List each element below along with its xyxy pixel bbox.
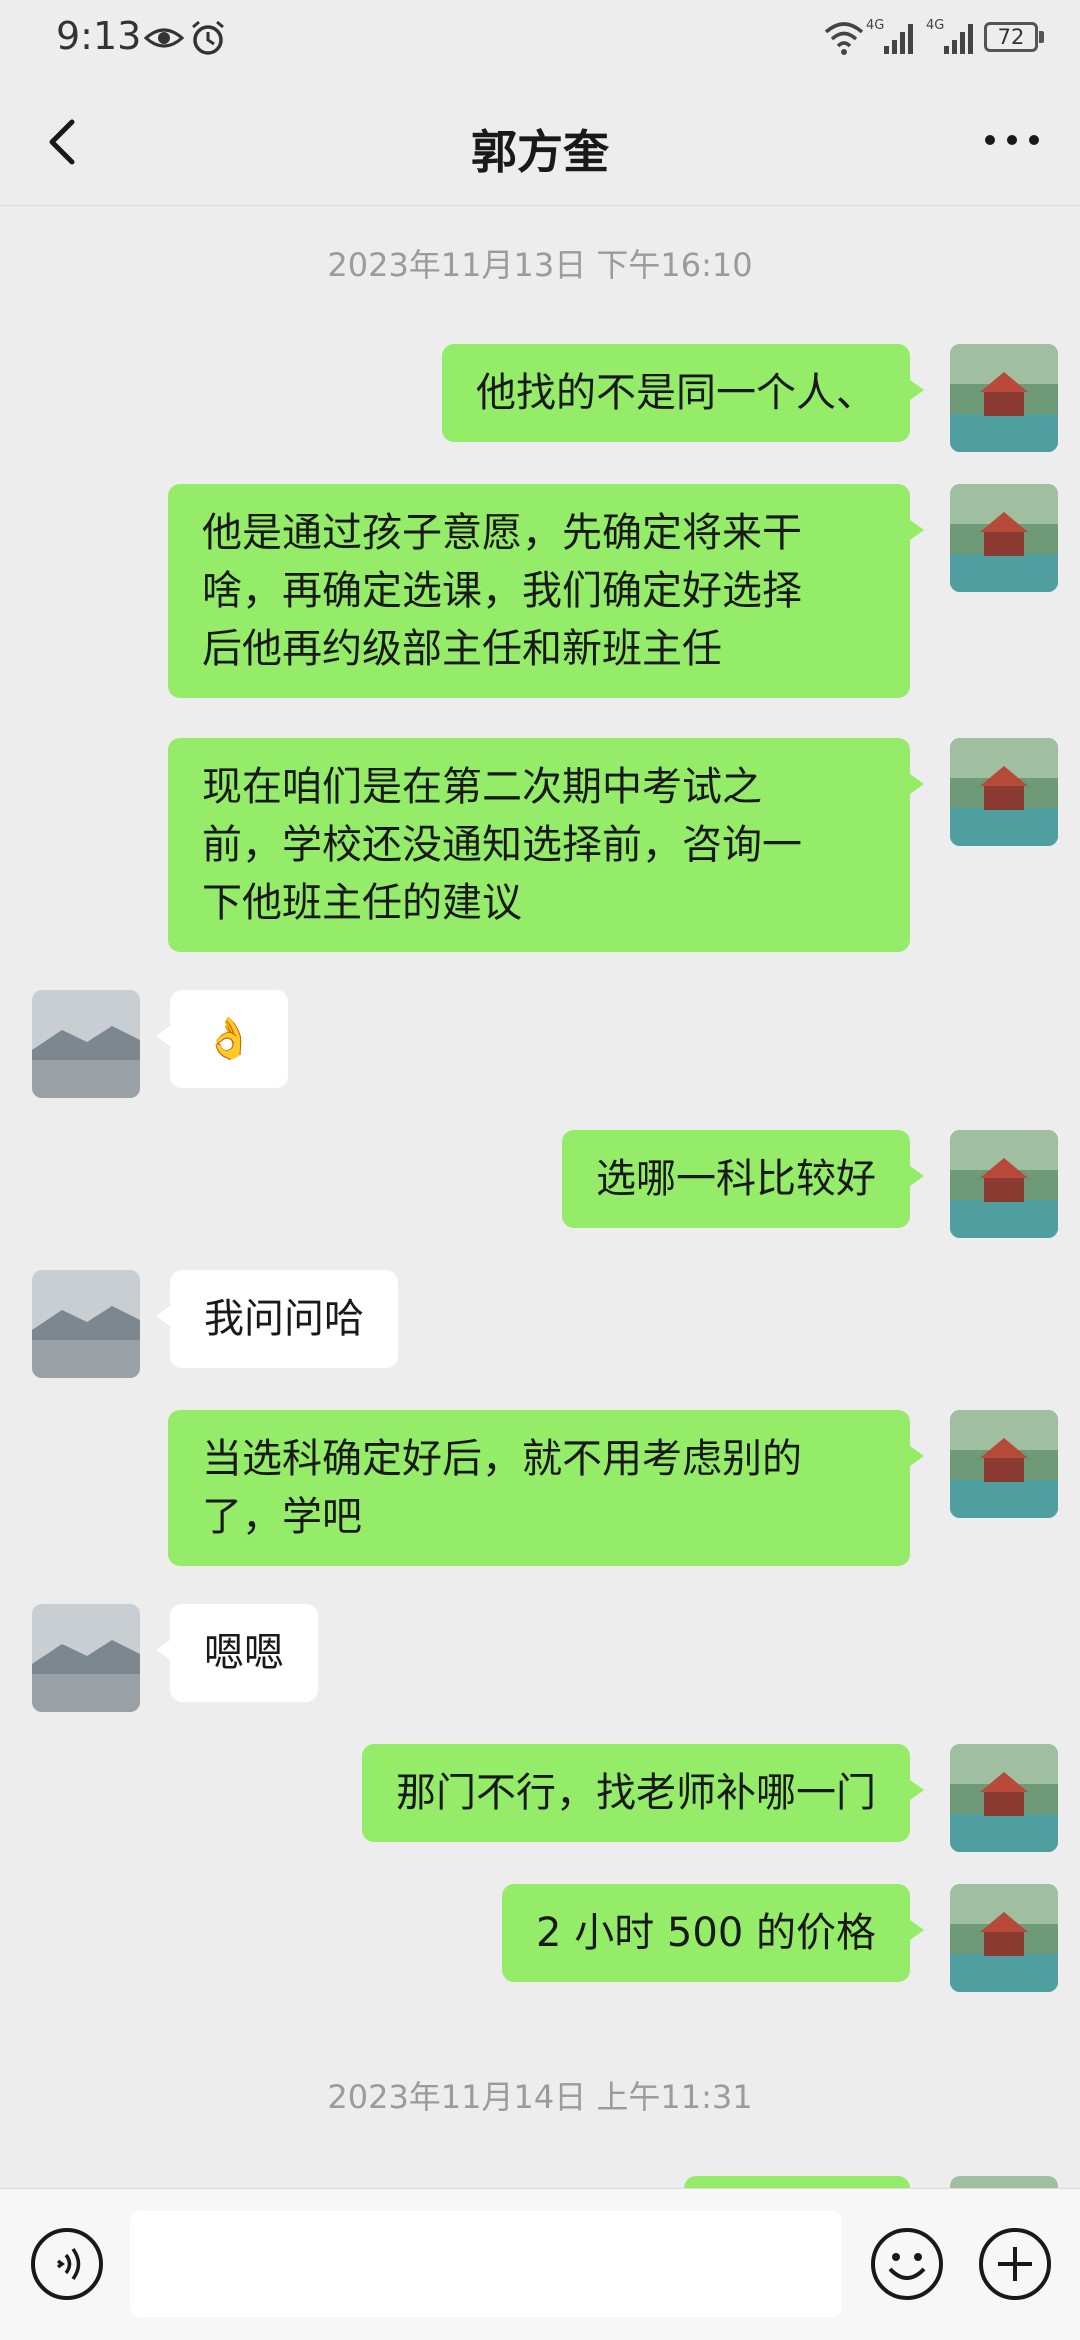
message-bubble-sent[interactable]: 那门不行，找老师补哪一门 (362, 1744, 924, 1842)
my-avatar[interactable] (950, 344, 1058, 452)
message-bubble-received[interactable]: 👌 (156, 990, 288, 1088)
signal-icon-2 (944, 24, 973, 54)
message-bubble-sent[interactable]: 2 小时 500 的价格 (502, 1884, 924, 1982)
message-input[interactable] (130, 2211, 842, 2317)
message-bubble-sent[interactable]: 现在咱们是在第二次期中考试之 前，学校还没通知选择前，咨询一 下他班主任的建议 (168, 738, 924, 952)
battery-icon: 72 (984, 22, 1038, 52)
message-bubble-sent[interactable]: 他是通过孩子意愿，先确定将来干 啥，再确定选课，我们确定好选择 后他再约级部主任… (168, 484, 924, 698)
message-bubble-sent[interactable]: 他找的不是同一个人、 (442, 344, 924, 442)
my-avatar[interactable] (950, 1130, 1058, 1238)
my-avatar-partial[interactable] (950, 2176, 1058, 2188)
alarm-icon (192, 20, 224, 55)
my-avatar[interactable] (950, 738, 1058, 846)
signal-icon (884, 24, 913, 54)
my-avatar[interactable] (950, 1884, 1058, 1992)
wifi-icon (824, 22, 864, 55)
input-bar (0, 2188, 1080, 2340)
emoji-icon[interactable] (868, 2225, 946, 2303)
message-bubble-sent[interactable]: 选哪一科比较好 (562, 1130, 924, 1228)
message-bubble-received[interactable]: 嗯嗯 (156, 1604, 318, 1702)
status-bar: 9:13 4G 4G 72 (0, 0, 1080, 78)
message-bubble-sent-partial[interactable] (684, 2176, 910, 2188)
timestamp: 2023年11月14日 上午11:31 (327, 2078, 753, 2116)
my-avatar[interactable] (950, 1410, 1058, 1518)
eye-icon (144, 28, 184, 48)
my-avatar[interactable] (950, 1744, 1058, 1852)
chat-header: 郭方奎 (0, 78, 1080, 206)
voice-input-icon[interactable] (28, 2225, 106, 2303)
status-time: 9:13 (56, 14, 142, 58)
my-avatar[interactable] (950, 484, 1058, 592)
chat-title: 郭方奎 (471, 125, 609, 179)
message-bubble-sent[interactable]: 当选科确定好后，就不用考虑别的 了，学吧 (168, 1410, 924, 1566)
add-icon[interactable] (976, 2225, 1054, 2303)
more-options-icon[interactable] (980, 120, 1044, 160)
contact-avatar[interactable] (32, 990, 140, 1098)
battery-level: 72 (997, 25, 1025, 49)
contact-avatar[interactable] (32, 1270, 140, 1378)
contact-avatar[interactable] (32, 1604, 140, 1712)
timestamp: 2023年11月13日 下午16:10 (327, 246, 753, 284)
battery-tip (1039, 31, 1044, 43)
message-bubble-received[interactable]: 我问问哈 (156, 1270, 398, 1368)
